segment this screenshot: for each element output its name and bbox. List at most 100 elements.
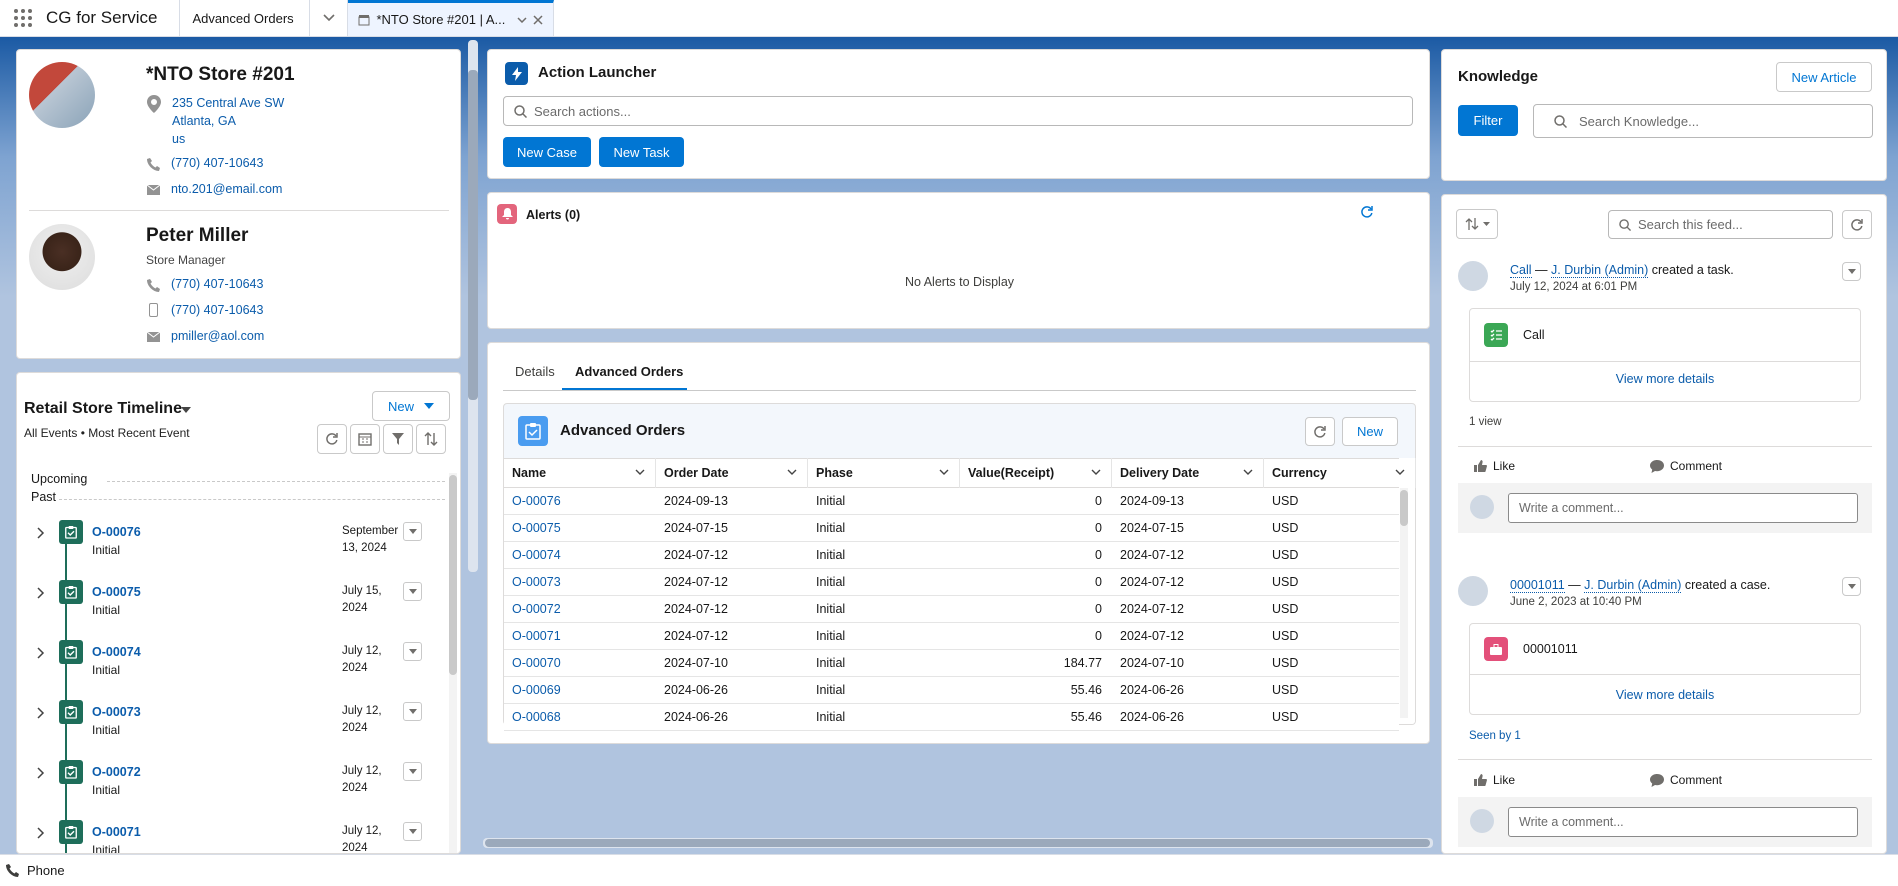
table-row[interactable]: O-00070 2024-07-10 Initial 184.77 2024-07-10… <box>504 650 1399 677</box>
orders-table-scrollbar[interactable] <box>1400 488 1408 718</box>
column-header[interactable]: Currency <box>1264 458 1416 488</box>
column-menu-chevron-down-icon[interactable] <box>1395 469 1405 475</box>
post-record-name[interactable]: 00001011 <box>1523 642 1578 656</box>
left-column-scrollbar[interactable] <box>468 40 478 572</box>
orders-refresh-button[interactable] <box>1305 417 1335 446</box>
post-views[interactable]: Seen by 1 <box>1469 730 1521 742</box>
post-actor-link[interactable]: J. Durbin (Admin) <box>1584 578 1682 593</box>
expand-chevron-icon[interactable] <box>37 827 45 839</box>
order-name-link[interactable]: O-00071 <box>512 629 561 643</box>
like-button[interactable]: Like <box>1474 773 1515 787</box>
sort-button[interactable] <box>416 424 446 454</box>
table-row[interactable]: O-00068 2024-06-26 Initial 55.46 2024-06-26 U… <box>504 704 1399 731</box>
left-column-scrollbar-thumb[interactable] <box>468 70 478 400</box>
timeline-title-chevron-down-icon[interactable] <box>181 407 191 413</box>
expand-chevron-icon[interactable] <box>37 587 45 599</box>
post-timestamp[interactable]: July 12, 2024 at 6:01 PM <box>1510 281 1637 293</box>
like-button[interactable]: Like <box>1474 459 1515 473</box>
table-row[interactable]: O-00073 2024-07-12 Initial 0 2024-07-12 USD <box>504 569 1399 596</box>
timeline-item-menu-button[interactable] <box>403 522 422 541</box>
post-timestamp[interactable]: June 2, 2023 at 10:40 PM <box>1510 596 1642 608</box>
order-name-link[interactable]: O-00072 <box>512 602 561 616</box>
column-menu-chevron-down-icon[interactable] <box>939 469 949 475</box>
orders-table-scrollbar-thumb[interactable] <box>1400 490 1408 526</box>
expand-chevron-icon[interactable] <box>37 647 45 659</box>
comment-input[interactable]: Write a comment... <box>1508 807 1858 837</box>
column-menu-chevron-down-icon[interactable] <box>635 469 645 475</box>
tab-details[interactable]: Details <box>515 364 555 379</box>
post-menu-button[interactable] <box>1842 577 1861 596</box>
table-row[interactable]: O-00069 2024-06-26 Initial 55.46 2024-06-26 U… <box>504 677 1399 704</box>
view-more-details-link[interactable]: View more details <box>1470 372 1860 386</box>
orders-new-button[interactable]: New <box>1342 417 1398 446</box>
column-header[interactable]: Order Date <box>656 458 808 488</box>
timeline-item-menu-button[interactable] <box>403 762 422 781</box>
post-actor-link[interactable]: J. Durbin (Admin) <box>1551 263 1649 278</box>
store-phone[interactable]: (770) 407-10643 <box>171 156 263 170</box>
timeline-item-link[interactable]: O-00073 <box>92 705 141 719</box>
address-line-3[interactable]: us <box>172 130 284 148</box>
app-launcher-icon[interactable] <box>0 0 46 36</box>
order-name-link[interactable]: O-00068 <box>512 710 561 724</box>
store-email[interactable]: nto.201@email.com <box>171 182 282 196</box>
column-header[interactable]: Phase <box>808 458 960 488</box>
column-header[interactable]: Delivery Date <box>1112 458 1264 488</box>
column-menu-chevron-down-icon[interactable] <box>1243 469 1253 475</box>
timeline-item-menu-button[interactable] <box>403 822 422 841</box>
timeline-item-link[interactable]: O-00071 <box>92 825 141 839</box>
comment-button[interactable]: Comment <box>1650 773 1722 787</box>
view-more-details-link[interactable]: View more details <box>1470 688 1860 702</box>
timeline-item-menu-button[interactable] <box>403 642 422 661</box>
comment-input[interactable]: Write a comment... <box>1508 493 1858 523</box>
expand-chevron-icon[interactable] <box>37 707 45 719</box>
timeline-scrollbar[interactable] <box>449 473 457 853</box>
table-row[interactable]: O-00071 2024-07-12 Initial 0 2024-07-12 USD <box>504 623 1399 650</box>
table-row[interactable]: O-00076 2024-09-13 Initial 0 2024-09-13 USD <box>504 488 1399 515</box>
workspace-tab[interactable]: *NTO Store #201 | A... <box>348 0 555 36</box>
order-name-link[interactable]: O-00069 <box>512 683 561 697</box>
post-subject-link[interactable]: 00001011 <box>1510 578 1565 593</box>
tab-advanced-orders[interactable]: Advanced Orders <box>575 364 683 379</box>
address-line-2[interactable]: Atlanta, GA <box>172 112 284 130</box>
timeline-item-link[interactable]: O-00072 <box>92 765 141 779</box>
column-header[interactable]: Name <box>504 458 656 488</box>
center-horizontal-scrollbar-thumb[interactable] <box>485 839 1430 847</box>
close-tab-icon[interactable] <box>533 14 544 25</box>
post-menu-button[interactable] <box>1842 262 1861 281</box>
timeline-item-link[interactable]: O-00074 <box>92 645 141 659</box>
table-row[interactable]: O-00072 2024-07-12 Initial 0 2024-07-12 USD <box>504 596 1399 623</box>
contact-mobile[interactable]: (770) 407-10643 <box>171 303 263 317</box>
table-row[interactable]: O-00075 2024-07-15 Initial 0 2024-07-15 USD <box>504 515 1399 542</box>
store-address[interactable]: 235 Central Ave SW Atlanta, GA us <box>172 94 284 148</box>
table-row[interactable]: O-00074 2024-07-12 Initial 0 2024-07-12 USD <box>504 542 1399 569</box>
timeline-item-menu-button[interactable] <box>403 582 422 601</box>
timeline-scrollbar-thumb[interactable] <box>449 475 457 675</box>
post-record-name[interactable]: Call <box>1523 328 1545 342</box>
feed-refresh-button[interactable] <box>1842 210 1872 239</box>
column-menu-chevron-down-icon[interactable] <box>1091 469 1101 475</box>
timeline-item-link[interactable]: O-00075 <box>92 585 141 599</box>
order-name-link[interactable]: O-00076 <box>512 494 561 508</box>
order-name-link[interactable]: O-00073 <box>512 575 561 589</box>
phone-utility-item[interactable]: Phone <box>27 863 65 878</box>
knowledge-filter-button[interactable]: Filter <box>1458 105 1518 136</box>
date-range-button[interactable] <box>350 424 380 454</box>
knowledge-search-input[interactable]: Search Knowledge... <box>1533 104 1873 138</box>
expand-chevron-icon[interactable] <box>37 767 45 779</box>
contact-phone[interactable]: (770) 407-10643 <box>171 277 263 291</box>
contact-email[interactable]: pmiller@aol.com <box>171 329 264 343</box>
timeline-item-menu-button[interactable] <box>403 702 422 721</box>
column-menu-chevron-down-icon[interactable] <box>787 469 797 475</box>
order-name-link[interactable]: O-00074 <box>512 548 561 562</box>
filter-button[interactable] <box>383 424 413 454</box>
nav-tab-advanced-orders[interactable]: Advanced Orders <box>180 0 311 36</box>
tab-chevron-down-icon[interactable] <box>517 16 528 23</box>
column-header[interactable]: Value(Receipt) <box>960 458 1112 488</box>
feed-sort-button[interactable] <box>1456 209 1498 239</box>
timeline-new-button[interactable]: New <box>372 391 450 421</box>
new-article-button[interactable]: New Article <box>1776 62 1872 92</box>
address-line-1[interactable]: 235 Central Ave SW <box>172 94 284 112</box>
refresh-button[interactable] <box>317 424 347 454</box>
expand-chevron-icon[interactable] <box>37 527 45 539</box>
center-horizontal-scrollbar[interactable] <box>483 838 1433 848</box>
